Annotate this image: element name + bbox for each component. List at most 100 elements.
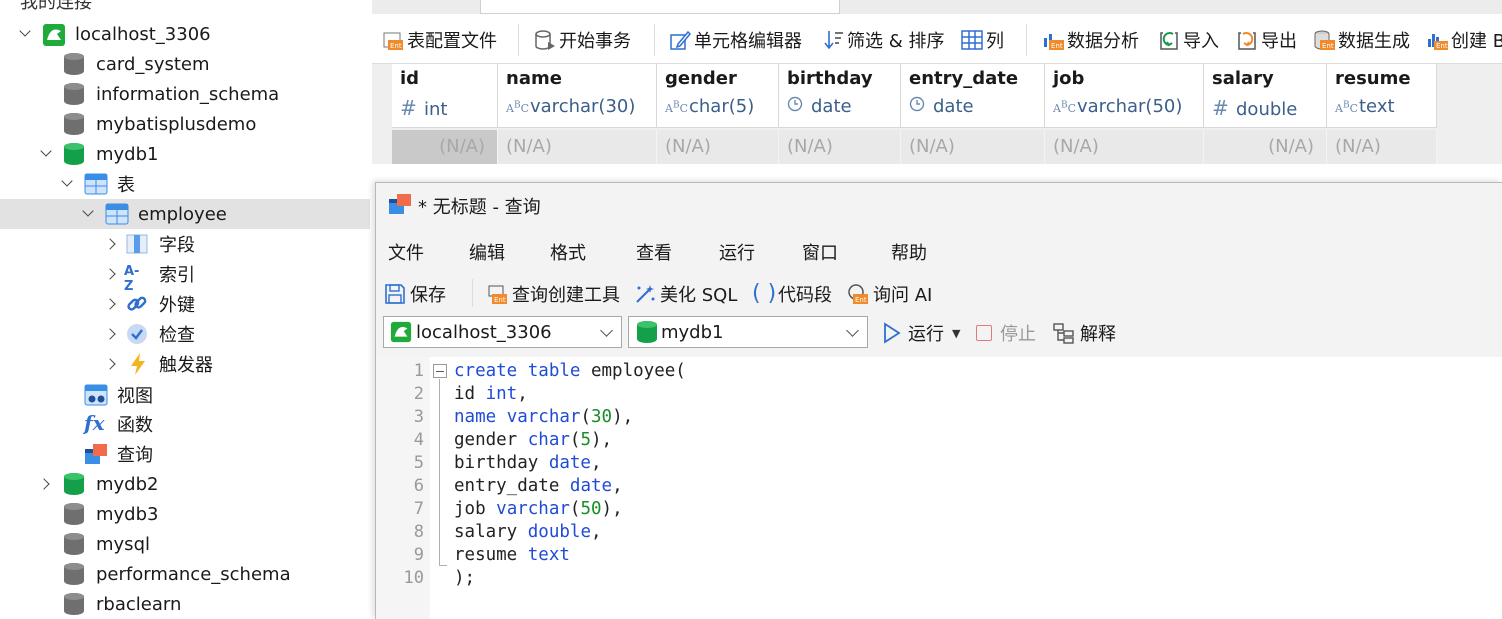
sql-text: , <box>590 453 602 473</box>
tree-item-rbaclearn[interactable]: rbaclearn <box>0 589 370 619</box>
table-cell-id[interactable]: (N/A) <box>392 130 498 164</box>
table-profile-button[interactable]: Ent 表配置文件 <box>382 26 497 54</box>
database-select[interactable]: mydb1 <box>628 316 868 348</box>
tree-item-mydb3[interactable]: mydb3 <box>0 499 370 529</box>
explain-button[interactable]: 解释 <box>1052 319 1116 347</box>
column-type: date <box>787 96 852 117</box>
menu-help[interactable]: 帮助 <box>891 239 927 265</box>
tree-item-mydb1[interactable]: mydb1 <box>0 139 370 169</box>
code-line: gender char(5), <box>454 430 612 450</box>
tree-item-information-schema[interactable]: information_schema <box>0 79 370 109</box>
data-analysis-icon: Ent <box>1042 29 1064 51</box>
code-snippet-label: 代码段 <box>778 285 832 306</box>
import-button[interactable]: 导入 <box>1158 26 1219 54</box>
ask-ai-button[interactable]: Ent 询问 AI <box>847 281 932 307</box>
menu-file[interactable]: 文件 <box>388 239 424 265</box>
tree-item-localhost-3306[interactable]: localhost_3306 <box>0 19 370 49</box>
line-number: 3 <box>413 407 424 427</box>
chevron-right-icon[interactable] <box>106 327 120 341</box>
data-grid: id # int name ABCvarchar(30) gender ABCchar(5)… <box>372 64 1502 164</box>
cell-editor-button[interactable]: 单元格编辑器 <box>669 26 802 54</box>
create-chart-button[interactable]: Ent 创建 B <box>1426 26 1502 54</box>
column-header-resume[interactable]: resume ABCtext <box>1327 64 1437 128</box>
table-cell-entry-date[interactable]: (N/A) <box>901 130 1045 164</box>
svg-text:Ent: Ent <box>1436 42 1448 50</box>
column-header-salary[interactable]: salary # double <box>1204 64 1327 128</box>
database-icon <box>64 563 84 585</box>
save-button[interactable]: 保存 <box>384 281 446 307</box>
menu-window[interactable]: 窗口 <box>802 239 838 265</box>
table-row[interactable]: (N/A) (N/A) (N/A) (N/A) (N/A) (N/A) (N/A) (N/A) <box>392 130 1437 164</box>
code-snippet-button[interactable]: ( ) 代码段 <box>752 281 832 307</box>
sql-editor[interactable]: 1 2 3 4 5 6 7 8 9 10 create table employee(id int… <box>376 357 1502 619</box>
tree-item-mybatisplusdemo[interactable]: mybatisplusdemo <box>0 109 370 139</box>
begin-transaction-button[interactable]: 开始事务 <box>534 26 631 54</box>
chevron-right-icon[interactable] <box>106 237 120 251</box>
line-number: 1 <box>413 361 424 381</box>
column-header-id[interactable]: id # int <box>392 64 498 128</box>
chevron-right-icon[interactable] <box>106 297 120 311</box>
connection-select[interactable]: localhost_3306 <box>383 316 622 348</box>
tree-item-mysql[interactable]: mysql <box>0 529 370 559</box>
explain-icon <box>1053 323 1074 344</box>
chevron-right-icon[interactable] <box>106 357 120 371</box>
column-header-gender[interactable]: gender ABCchar(5) <box>657 64 779 128</box>
data-generation-button[interactable]: Ent 数据生成 <box>1313 26 1410 54</box>
menu-view[interactable]: 查看 <box>636 239 672 265</box>
ask-ai-icon: Ent <box>847 283 869 305</box>
run-dropdown-icon[interactable]: ▼ <box>952 327 960 340</box>
tree-item-card-system[interactable]: card_system <box>0 49 370 79</box>
table-cell-resume[interactable]: (N/A) <box>1327 130 1437 164</box>
code-line: name varchar(30), <box>454 407 633 427</box>
tree-item-employee[interactable]: employee <box>0 199 370 229</box>
text-type-icon: ABC <box>665 100 688 115</box>
chevron-down-icon[interactable] <box>39 145 53 159</box>
tree-item-foreign-keys[interactable]: 外键 <box>0 289 370 319</box>
column-header-entry-date[interactable]: entry_date date <box>901 64 1045 128</box>
tree-item-indexes[interactable]: A-Z 索引 <box>0 259 370 294</box>
columns-button[interactable]: 列 <box>961 26 1004 54</box>
query-builder-button[interactable]: Ent 查询创建工具 <box>486 281 620 307</box>
filter-sort-button[interactable]: 筛选 & 排序 <box>822 26 944 54</box>
tab-employee[interactable] <box>480 0 840 14</box>
table-cell-job[interactable]: (N/A) <box>1045 130 1204 164</box>
menu-run[interactable]: 运行 <box>719 239 755 265</box>
tree-item-label: 外键 <box>159 295 195 316</box>
menu-format[interactable]: 格式 <box>550 239 586 265</box>
tree-item-views[interactable]: 视图 <box>0 380 370 410</box>
tree-item-triggers[interactable]: 触发器 <box>0 349 370 379</box>
chevron-right-icon[interactable] <box>106 267 120 281</box>
export-button[interactable]: 导出 <box>1236 26 1297 54</box>
stop-button[interactable]: 停止 <box>976 319 1036 347</box>
tree-item-functions[interactable]: fx 函数 <box>0 409 370 439</box>
line-number: 9 <box>413 545 424 565</box>
table-cell-birthday[interactable]: (N/A) <box>779 130 901 164</box>
sql-text: ), <box>612 407 634 427</box>
tree-item-fields[interactable]: 字段 <box>0 229 370 259</box>
column-header-job[interactable]: job ABCvarchar(50) <box>1045 64 1204 128</box>
tree-item-checks[interactable]: 检查 <box>0 319 370 349</box>
tree-item-mydb2[interactable]: mydb2 <box>0 469 370 499</box>
chevron-right-icon[interactable] <box>40 477 54 491</box>
tree-item-performance-schema[interactable]: performance_schema <box>0 559 370 589</box>
beautify-sql-button[interactable]: 美化 SQL <box>634 281 737 307</box>
sql-keyword: table <box>527 361 581 381</box>
table-cell-gender[interactable]: (N/A) <box>657 130 779 164</box>
fold-collapse-icon[interactable] <box>433 364 447 378</box>
chevron-down-icon[interactable] <box>60 175 74 189</box>
chevron-down-icon[interactable] <box>18 25 32 39</box>
run-button[interactable]: 运行 ▼ <box>882 319 960 347</box>
table-cell-name[interactable]: (N/A) <box>498 130 657 164</box>
chevron-down-icon[interactable] <box>81 205 95 219</box>
tree-item-queries[interactable]: 查询 <box>0 439 370 469</box>
column-header-name[interactable]: name ABCvarchar(30) <box>498 64 657 128</box>
tree-item-tables[interactable]: 表 <box>0 169 370 199</box>
table-cell-salary[interactable]: (N/A) <box>1204 130 1327 164</box>
column-type-label: date <box>811 96 852 117</box>
query-title-bar[interactable]: * 无标题 - 查询 <box>376 183 1502 227</box>
text-type-icon: ABC <box>506 100 529 115</box>
column-header-birthday[interactable]: birthday date <box>779 64 901 128</box>
menu-edit[interactable]: 编辑 <box>469 239 505 265</box>
data-analysis-button[interactable]: Ent 数据分析 <box>1042 26 1139 54</box>
